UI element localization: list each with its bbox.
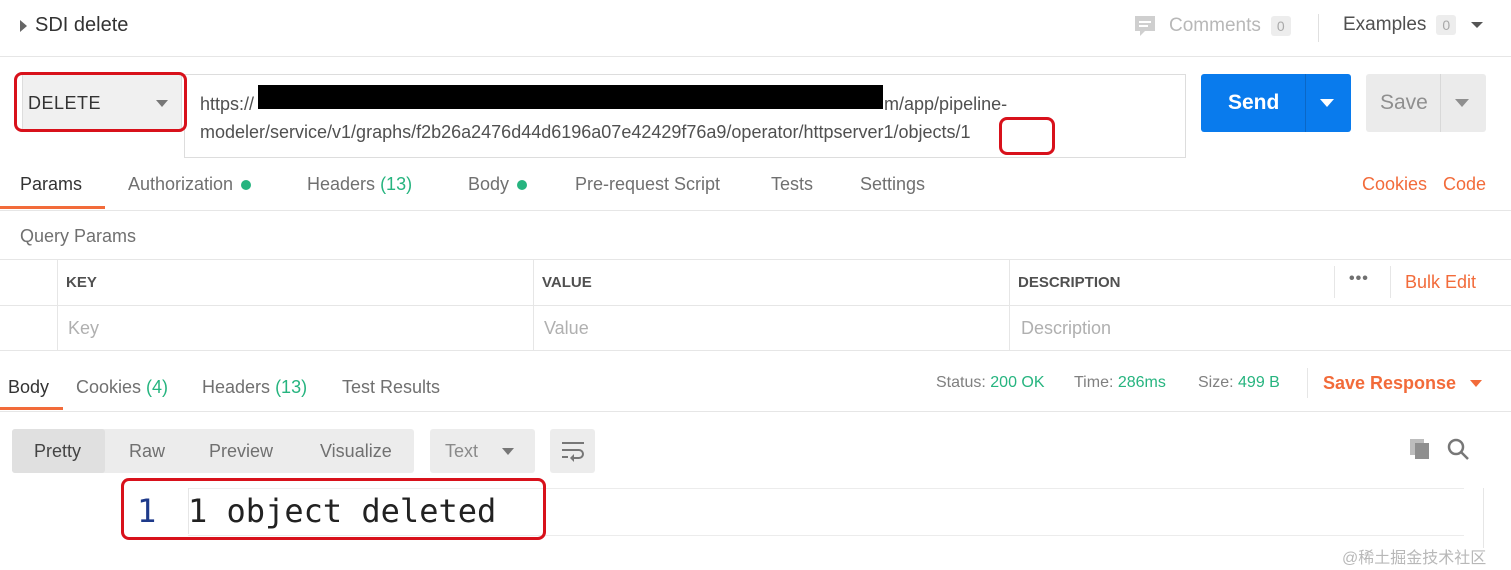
time-meta: Time: 286ms: [1074, 374, 1166, 392]
meta-divider: [1307, 368, 1308, 398]
wrap-lines-icon: [562, 442, 584, 462]
comments-count-badge: 0: [1270, 16, 1291, 36]
tab-pre-request-script[interactable]: Pre-request Script: [575, 174, 720, 195]
status-meta: Status: 200 OK: [936, 374, 1045, 392]
save-label: Save: [1380, 91, 1428, 114]
column-divider: [57, 260, 58, 350]
tab-authorization-label: Authorization: [128, 174, 234, 194]
response-tab-cookies-label: Cookies: [76, 377, 142, 397]
save-response-dropdown[interactable]: Save Response: [1323, 373, 1483, 394]
tab-body-label: Body: [468, 174, 510, 194]
column-divider: [1009, 260, 1010, 350]
copy-icon[interactable]: [1408, 437, 1432, 461]
size-meta: Size: 499 B: [1198, 374, 1280, 392]
editor-scrollbar[interactable]: [1483, 488, 1484, 548]
chevron-down-icon: [502, 448, 514, 455]
examples-dropdown[interactable]: Examples 0: [1343, 14, 1484, 36]
tab-headers-label: Headers: [307, 174, 376, 194]
bulk-edit-link[interactable]: Bulk Edit: [1405, 272, 1476, 293]
tab-authorization[interactable]: Authorization: [128, 174, 252, 195]
time-value: 286ms: [1117, 374, 1166, 391]
save-options-chevron-icon[interactable]: [1455, 99, 1469, 108]
response-tab-headers-count: (13): [275, 377, 308, 397]
value-input[interactable]: Value: [544, 318, 589, 339]
header-divider: [1318, 14, 1319, 42]
url-scheme: https://: [200, 94, 255, 114]
time-label: Time:: [1074, 374, 1114, 391]
request-name: SDI delete: [35, 14, 129, 36]
view-raw-button[interactable]: Raw: [129, 441, 165, 462]
active-tab-indicator: [0, 206, 105, 209]
request-title[interactable]: SDI delete: [20, 14, 128, 37]
tab-headers[interactable]: Headers (13): [307, 174, 412, 195]
code-link[interactable]: Code: [1443, 174, 1486, 195]
description-input[interactable]: Description: [1021, 318, 1111, 339]
send-divider: [1305, 74, 1306, 132]
active-response-tab-indicator: [0, 407, 63, 410]
comment-icon: [1135, 16, 1155, 36]
send-label: Send: [1228, 91, 1280, 114]
size-value: 499 B: [1238, 374, 1280, 391]
response-tab-cookies[interactable]: Cookies (4): [76, 377, 168, 398]
column-divider: [533, 260, 534, 350]
collapse-triangle-icon[interactable]: [20, 19, 27, 32]
view-pretty-button[interactable]: Pretty: [34, 441, 81, 462]
key-input[interactable]: Key: [68, 318, 99, 339]
query-params-title: Query Params: [20, 226, 137, 246]
response-tab-cookies-count: (4): [146, 377, 169, 397]
column-header-value: VALUE: [542, 274, 592, 291]
save-response-label: Save Response: [1323, 373, 1457, 393]
comments-label: Comments: [1169, 15, 1261, 36]
view-visualize-button[interactable]: Visualize: [320, 441, 392, 462]
tab-body[interactable]: Body: [468, 174, 528, 195]
column-divider: [1334, 266, 1335, 298]
tabs-divider: [0, 210, 1511, 211]
tab-headers-count: (13): [380, 174, 413, 194]
annotation-highlight-response: [121, 478, 546, 540]
chevron-down-icon: [1471, 22, 1484, 28]
table-header-divider: [0, 305, 1511, 306]
comments-button[interactable]: Comments 0: [1133, 14, 1291, 38]
send-options-chevron-icon[interactable]: [1320, 99, 1334, 108]
tab-settings[interactable]: Settings: [860, 174, 925, 195]
status-dot-icon: [241, 180, 252, 191]
status-dot-icon: [517, 180, 528, 191]
tab-params[interactable]: Params: [20, 174, 82, 195]
tab-tests[interactable]: Tests: [771, 174, 813, 195]
more-options-icon[interactable]: •••: [1349, 270, 1369, 288]
watermark: @稀土掘金技术社区: [1342, 550, 1487, 567]
response-tab-headers[interactable]: Headers (13): [202, 377, 307, 398]
status-value: 200 OK: [990, 374, 1045, 391]
annotation-highlight-method: [14, 72, 187, 132]
response-tabs-divider: [0, 411, 1511, 412]
column-divider: [1390, 266, 1391, 298]
view-preview-button[interactable]: Preview: [209, 441, 273, 462]
save-divider: [1440, 74, 1441, 132]
url-path-start: m/app/pipeline-: [884, 94, 1008, 114]
column-header-description: DESCRIPTION: [1018, 274, 1121, 291]
redaction-bar: [258, 85, 883, 109]
response-tab-body[interactable]: Body: [8, 377, 49, 398]
size-label: Size:: [1198, 374, 1234, 391]
format-label: Text: [445, 441, 479, 461]
chevron-down-icon: [1470, 379, 1483, 387]
cookies-link[interactable]: Cookies: [1362, 174, 1427, 195]
status-label: Status:: [936, 374, 986, 391]
search-icon[interactable]: [1446, 437, 1470, 461]
annotation-highlight-object-id: [999, 117, 1055, 155]
column-header-key: KEY: [66, 274, 97, 291]
examples-count-badge: 0: [1436, 15, 1457, 35]
response-tab-test-results[interactable]: Test Results: [342, 377, 440, 398]
response-tab-headers-label: Headers: [202, 377, 271, 397]
examples-label: Examples: [1343, 14, 1427, 35]
